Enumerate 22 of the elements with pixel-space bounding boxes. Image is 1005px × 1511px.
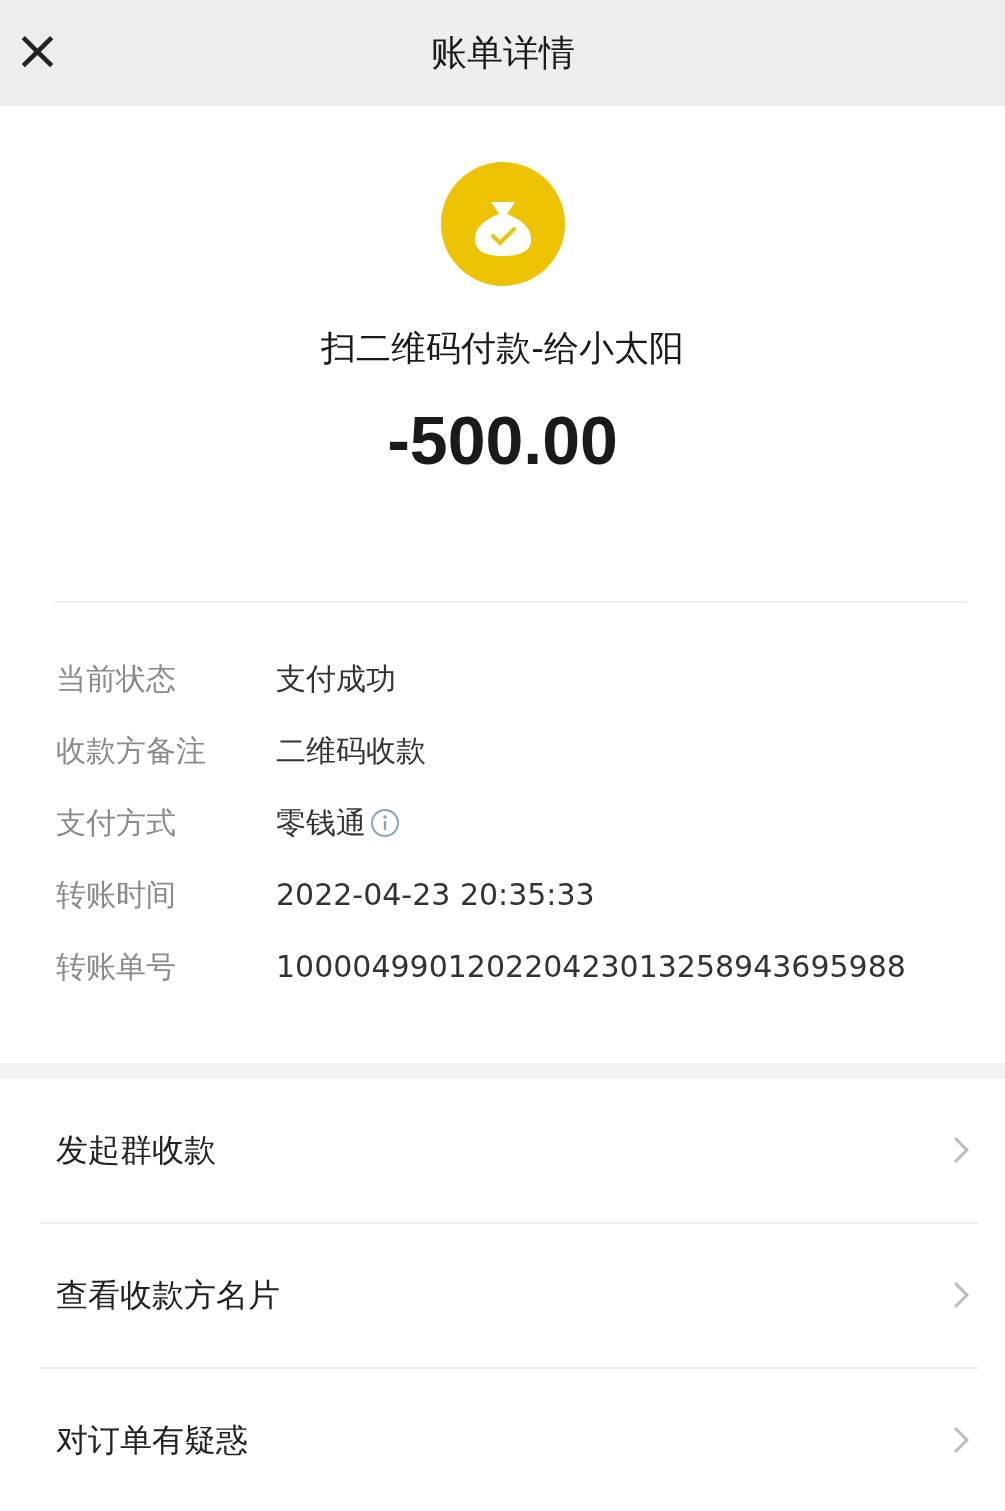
- detail-value: 二维码收款: [276, 732, 426, 770]
- detail-label: 转账时间: [56, 876, 177, 914]
- close-button[interactable]: ×: [10, 22, 65, 78]
- detail-value: 零钱通: [276, 804, 366, 842]
- chevron-right-icon: [953, 1136, 969, 1164]
- menu-item[interactable]: 发起群收款: [0, 1078, 1005, 1222]
- info-icon[interactable]: [370, 807, 400, 838]
- chevron-right-icon: [953, 1426, 969, 1454]
- payment-amount: -500.00: [387, 400, 618, 480]
- page-title: 账单详情: [430, 31, 575, 75]
- menu-item[interactable]: 查看收款方名片: [0, 1223, 1005, 1367]
- chevron-right-icon: [953, 1281, 969, 1309]
- menu-item[interactable]: 对订单有疑惑: [0, 1368, 1005, 1511]
- detail-label: 收款方备注: [56, 732, 207, 770]
- detail-value: 100004990120220423013258943695988: [276, 948, 906, 986]
- detail-value: 支付成功: [276, 660, 396, 698]
- detail-value: 2022-04-23 20:35:33: [276, 876, 595, 914]
- payment-title: 扫二维码付款-给小太阳: [321, 327, 684, 370]
- detail-label: 支付方式: [56, 804, 177, 842]
- detail-label: 当前状态: [56, 660, 177, 698]
- money-bag-icon: [440, 162, 565, 286]
- detail-label: 转账单号: [56, 948, 177, 986]
